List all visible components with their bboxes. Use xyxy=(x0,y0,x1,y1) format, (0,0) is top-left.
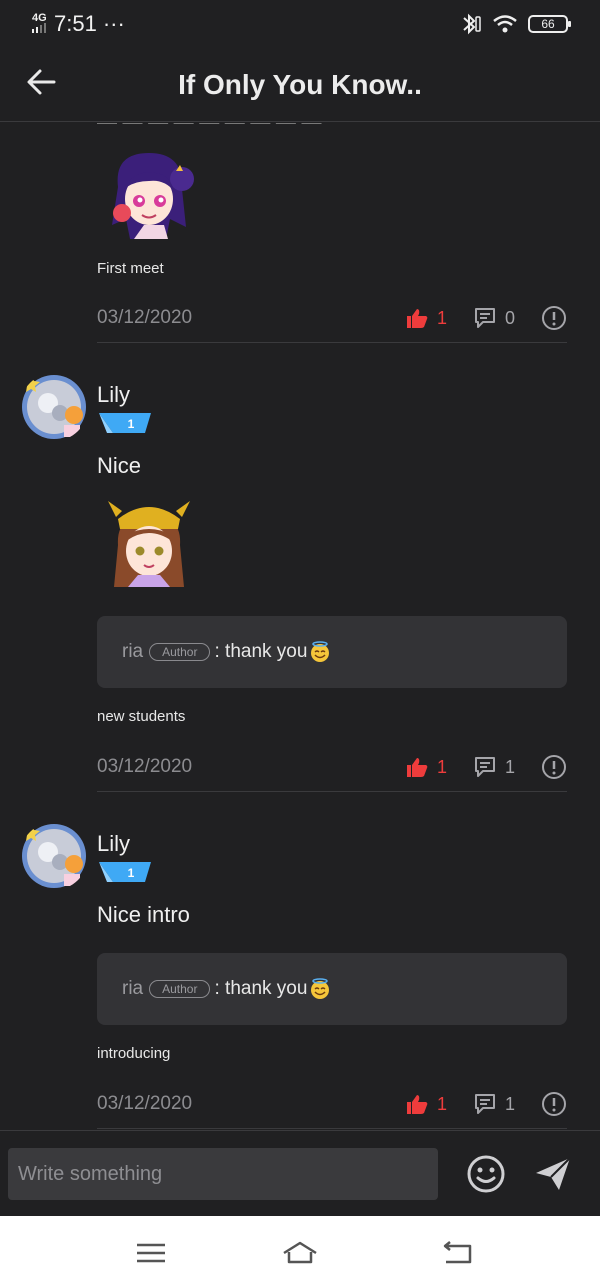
avatar[interactable] xyxy=(20,373,88,441)
post-actions: 1 0 xyxy=(405,305,567,331)
menu-icon[interactable] xyxy=(133,1238,169,1268)
author-tag: Author xyxy=(149,980,211,998)
level-badge: 1 xyxy=(99,862,151,882)
app-header: If Only You Know.. xyxy=(0,48,600,122)
comment-count: 1 xyxy=(504,756,515,777)
comment-icon xyxy=(474,308,495,328)
post-meta: 03/12/2020 1 0 xyxy=(97,303,567,333)
status-time: 7:51 xyxy=(54,11,97,36)
comment-button[interactable]: 1 xyxy=(473,1092,515,1116)
post-actions: 1 1 xyxy=(405,754,567,780)
smile-icon[interactable] xyxy=(466,1154,506,1194)
like-button[interactable]: 1 xyxy=(405,307,447,329)
status-dots: ··· xyxy=(102,11,125,36)
smiling-halo-emoji-icon xyxy=(311,978,330,999)
arrow-left-icon[interactable] xyxy=(24,64,60,100)
post-meta: 03/12/2020 1 1 xyxy=(97,1089,567,1119)
reply-text: : thank you xyxy=(214,641,308,662)
system-nav-bar xyxy=(0,1216,600,1287)
comment-text: Nice xyxy=(97,453,142,478)
like-count: 1 xyxy=(436,307,447,328)
comment-input[interactable] xyxy=(8,1148,438,1200)
network-indicator: 4G xyxy=(32,13,48,35)
send-icon[interactable] xyxy=(533,1154,573,1194)
reply-box[interactable]: ria Author : thank you xyxy=(97,616,567,688)
reply-author[interactable]: ria xyxy=(122,978,143,1000)
page-title: If Only You Know.. xyxy=(178,68,422,100)
anime-girl-sticker xyxy=(112,153,194,239)
post-date: 03/12/2020 xyxy=(97,1093,193,1114)
back-nav-icon[interactable] xyxy=(440,1238,476,1268)
home-icon[interactable] xyxy=(282,1238,318,1268)
comment-icon xyxy=(474,757,495,777)
reply-author[interactable]: ria xyxy=(122,641,143,663)
comment-feed[interactable]: — — — — — — — — — First meet 03/12/2020 … xyxy=(0,123,600,1130)
level-number: 1 xyxy=(128,866,135,880)
like-button[interactable]: 1 xyxy=(405,1093,447,1115)
smiling-halo-emoji-icon xyxy=(311,641,330,662)
divider xyxy=(97,342,567,343)
battery-indicator: 66 xyxy=(528,15,571,33)
like-button[interactable]: 1 xyxy=(405,756,447,778)
comment-count: 1 xyxy=(504,1093,515,1114)
reply-text: : thank you xyxy=(214,978,308,999)
like-count: 1 xyxy=(436,1093,447,1114)
avatar[interactable] xyxy=(20,822,88,890)
status-left: 4G 7:51 ··· xyxy=(32,11,125,37)
divider xyxy=(97,1128,567,1129)
like-count: 1 xyxy=(436,756,447,777)
author-name[interactable]: Lily xyxy=(97,831,130,857)
comment-composer xyxy=(0,1130,600,1216)
thumbs-up-icon xyxy=(406,758,428,777)
divider xyxy=(97,791,567,792)
comment-count: 0 xyxy=(504,307,515,328)
bluetooth-icon xyxy=(463,13,481,35)
info-icon[interactable] xyxy=(541,754,567,780)
author-name[interactable]: Lily xyxy=(97,382,130,408)
thumbs-up-icon xyxy=(406,309,428,328)
truncated-text: — — — — — — — — — xyxy=(97,123,321,134)
status-bar: 4G 7:51 ··· 66 xyxy=(0,0,600,48)
info-icon[interactable] xyxy=(541,305,567,331)
wifi-icon xyxy=(493,15,517,33)
reply-box[interactable]: ria Author : thank you xyxy=(97,953,567,1025)
post-actions: 1 1 xyxy=(405,1091,567,1117)
comment-icon xyxy=(474,1094,495,1114)
info-icon[interactable] xyxy=(541,1091,567,1117)
status-right: 66 xyxy=(458,13,571,35)
post-date: 03/12/2020 xyxy=(97,756,193,777)
thumbs-up-icon xyxy=(406,1095,428,1114)
post-date: 03/12/2020 xyxy=(97,307,193,328)
post-caption: introducing xyxy=(97,1045,171,1062)
comment-text: Nice intro xyxy=(97,902,190,927)
comment-button[interactable]: 0 xyxy=(473,306,515,330)
author-tag: Author xyxy=(149,643,211,661)
post-meta: 03/12/2020 1 1 xyxy=(97,752,567,782)
level-number: 1 xyxy=(128,417,135,431)
anime-girl-sticker xyxy=(108,501,190,587)
signal-icon xyxy=(32,23,46,33)
post-caption: First meet xyxy=(97,260,164,277)
post-caption: new students xyxy=(97,708,186,725)
comment-button[interactable]: 1 xyxy=(473,755,515,779)
level-badge: 1 xyxy=(99,413,151,433)
